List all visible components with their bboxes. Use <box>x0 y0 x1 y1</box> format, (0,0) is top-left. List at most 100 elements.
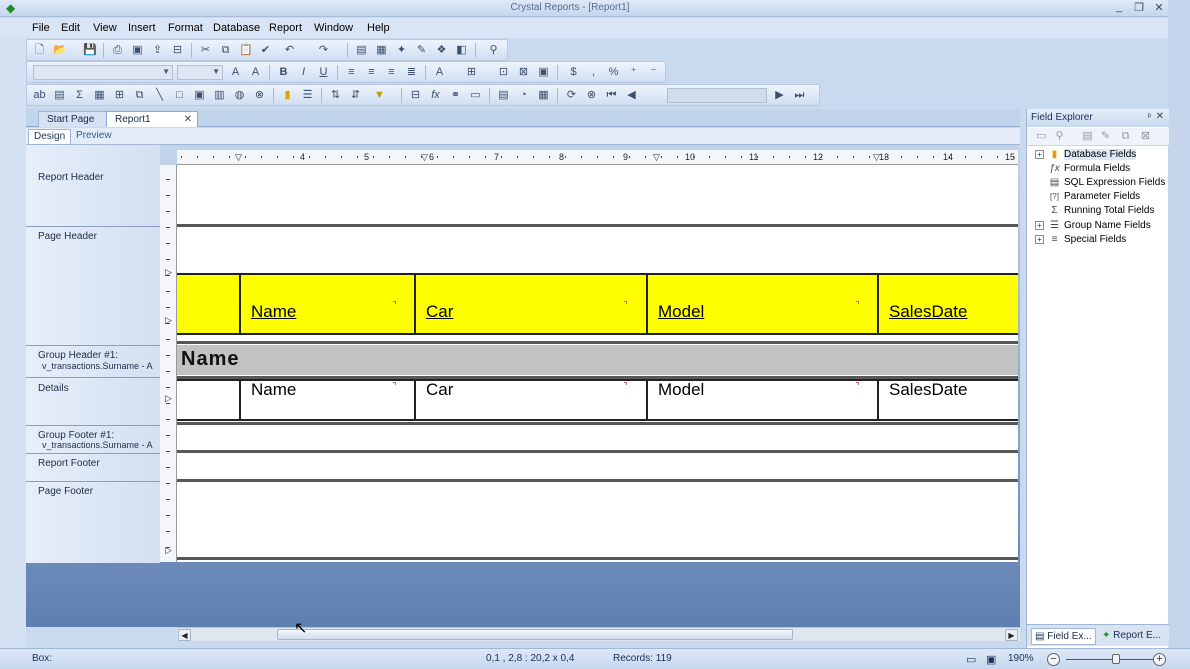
section-divider[interactable] <box>177 341 1018 344</box>
menu-window[interactable]: Window <box>314 22 353 34</box>
stop-icon[interactable]: ⊗ <box>585 89 598 102</box>
section-divider[interactable] <box>177 224 1018 227</box>
insert-box-icon[interactable]: □ <box>173 89 186 102</box>
menu-file[interactable]: File <box>32 22 50 34</box>
insert-crosstab-icon[interactable]: ▦ <box>93 89 106 102</box>
format-painter-icon[interactable]: ✔ <box>259 44 272 57</box>
close-panel-icon[interactable]: ✕ <box>1156 111 1164 122</box>
header-field-name[interactable]: Name <box>251 302 296 322</box>
bold-icon[interactable]: B <box>277 66 290 79</box>
menu-edit[interactable]: Edit <box>61 22 80 34</box>
report-canvas[interactable]: Name Car Model SalesDate Name Name Car M… <box>177 165 1018 562</box>
open-folder-icon[interactable]: 📂 <box>53 44 67 57</box>
tree-item-sql-expression-fields[interactable]: ▤ SQL Expression Fields <box>1048 177 1166 188</box>
detail-field-salesdate[interactable]: SalesDate <box>889 380 967 400</box>
print-preview-icon[interactable]: ▣ <box>131 44 144 57</box>
maximize-button[interactable]: ❐ <box>1132 1 1146 14</box>
section-divider[interactable] <box>177 557 1018 560</box>
menu-format[interactable]: Format <box>168 22 203 34</box>
underline-icon[interactable]: U <box>317 66 330 79</box>
cut-icon[interactable]: ✂ <box>199 44 212 57</box>
expand-icon[interactable]: + <box>1035 234 1044 244</box>
page-number-input[interactable] <box>667 88 767 103</box>
zoom-out-button[interactable]: − <box>1047 653 1060 666</box>
pin-icon[interactable]: ᵖ <box>1148 111 1151 121</box>
insert-group-icon-2[interactable]: ▤ <box>53 89 66 102</box>
page-view-icon[interactable]: ▭ <box>966 653 976 666</box>
redo-icon[interactable]: ↷ <box>317 44 330 57</box>
tab-preview[interactable]: Preview <box>71 129 117 144</box>
new-report-icon[interactable]: 🗋 <box>33 44 46 57</box>
font-size-combo[interactable]: ▼ <box>177 65 223 80</box>
tree-item-running-total-fields[interactable]: Σ Running Total Fields <box>1048 205 1154 216</box>
section-divider[interactable] <box>177 422 1018 425</box>
lock-format-icon[interactable]: ⊠ <box>517 66 530 79</box>
borders-icon[interactable]: ⊞ <box>465 66 478 79</box>
save-icon[interactable]: 💾 <box>83 44 97 57</box>
tab-design[interactable]: Design <box>28 129 72 144</box>
section-group-header-1[interactable]: Group Header #1: <box>38 350 118 361</box>
suppress-icon[interactable]: ⊡ <box>497 66 510 79</box>
section-page-footer[interactable]: Page Footer <box>38 486 93 497</box>
ruler-guide-icon[interactable]: ▷ <box>165 267 172 278</box>
increase-font-icon[interactable]: A <box>229 66 242 79</box>
sort-ascending-icon[interactable]: ⇅ <box>329 89 342 102</box>
percent-icon[interactable]: % <box>607 66 620 79</box>
tab-start-page[interactable]: Start Page <box>38 111 108 127</box>
dependency-checker-icon[interactable]: ◔ <box>517 89 530 102</box>
ruler-guide-icon[interactable]: ▽ <box>873 152 880 163</box>
tree-item-database-fields[interactable]: + ▮ Database Fields <box>1035 149 1137 160</box>
group-expert-icon[interactable]: ☰ <box>301 89 314 102</box>
filter-icon[interactable]: ▼ <box>373 89 386 102</box>
header-field-model[interactable]: Model <box>658 302 704 322</box>
layout-view-icon[interactable]: ▣ <box>986 653 996 666</box>
section-details[interactable]: Details <box>38 383 69 394</box>
close-button[interactable]: ✕ <box>1152 1 1166 14</box>
expand-icon[interactable]: + <box>1035 220 1044 230</box>
previous-page-icon[interactable]: ◀ <box>625 89 638 102</box>
section-divider[interactable] <box>177 450 1018 453</box>
zoom-slider-handle[interactable] <box>1112 654 1120 664</box>
export-icon[interactable]: ⇪ <box>151 44 164 57</box>
format-expert-icon[interactable]: ▣ <box>537 66 550 79</box>
tree-item-parameter-fields[interactable]: [?] Parameter Fields <box>1048 191 1140 202</box>
link-icon[interactable]: ⚭ <box>449 89 462 102</box>
align-center-icon[interactable]: ≡ <box>365 66 378 79</box>
section-expert-icon[interactable]: ◧ <box>455 44 468 57</box>
increase-decimals-icon[interactable]: ⁺ <box>627 66 640 79</box>
menu-help[interactable]: Help <box>367 22 390 34</box>
select-expert-icon[interactable]: ❖ <box>435 44 448 57</box>
formula-fx-icon[interactable]: fx <box>429 89 442 102</box>
section-report-footer[interactable]: Report Footer <box>38 458 100 469</box>
scroll-left-button[interactable]: ◀ <box>178 629 191 641</box>
field-explorer-icon[interactable]: ⊟ <box>409 89 422 102</box>
menu-database[interactable]: Database <box>213 22 260 34</box>
header-field-car[interactable]: Car <box>426 302 453 322</box>
refresh-icon[interactable]: ⟳ <box>565 89 578 102</box>
ruler-guide-icon[interactable]: ▽ <box>653 152 660 163</box>
paste-icon[interactable]: 📋 <box>239 44 253 57</box>
decrease-font-icon[interactable]: A <box>249 66 262 79</box>
insert-picture-icon[interactable]: ▣ <box>193 89 206 102</box>
header-field-salesdate[interactable]: SalesDate <box>889 302 967 322</box>
undo-icon[interactable]: ↶ <box>283 44 296 57</box>
scroll-thumb[interactable] <box>277 629 793 640</box>
copy-icon[interactable]: ⧉ <box>219 44 232 57</box>
insert-line-icon[interactable]: ╲ <box>153 89 166 102</box>
expert-icon[interactable]: ✦ <box>395 44 408 57</box>
tree-item-special-fields[interactable]: + ≡ Special Fields <box>1035 234 1126 245</box>
insert-map-icon[interactable]: ◍ <box>233 89 246 102</box>
insert-chart-icon[interactable]: ▥ <box>213 89 226 102</box>
new-field-icon[interactable]: ▤ <box>1081 130 1094 143</box>
expand-icon[interactable]: + <box>1035 149 1044 159</box>
menu-view[interactable]: View <box>93 22 117 34</box>
tab-report1[interactable]: Report1 ✕ <box>106 111 198 127</box>
tab-report-explorer[interactable]: ✦ Report E... <box>1099 628 1164 643</box>
insert-group-icon[interactable]: ▤ <box>355 44 368 57</box>
last-page-icon[interactable]: ⏭ <box>793 89 806 102</box>
detail-field-car[interactable]: Car <box>426 380 453 400</box>
insert-text-object-icon[interactable]: ab <box>33 89 46 102</box>
toggle-field-view-icon[interactable]: ▭ <box>469 89 482 102</box>
detail-field-name[interactable]: Name <box>251 380 296 400</box>
close-tab-icon[interactable]: ✕ <box>184 114 192 125</box>
